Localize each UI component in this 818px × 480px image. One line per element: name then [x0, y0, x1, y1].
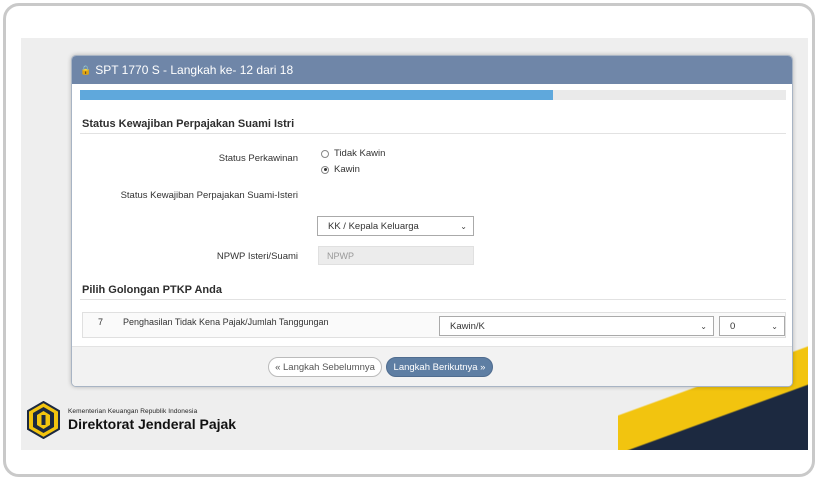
dependents-select[interactable]: 0 ⌄	[719, 316, 785, 336]
ptkp-status-value: Kawin/K	[450, 320, 485, 332]
djp-logo: Kementerian Keuangan Republik Indonesia …	[26, 401, 236, 439]
progress-bar	[80, 90, 786, 100]
radio-icon[interactable]	[321, 149, 329, 158]
radio-label: Tidak Kawin	[334, 148, 386, 159]
chevron-down-icon: ⌄	[771, 321, 778, 331]
obligation-status-label: Status Kewajiban Perpajakan Suami-Isteri	[120, 190, 298, 201]
npwp-input[interactable]: NPWP	[318, 246, 474, 265]
chevron-down-icon: ⌄	[700, 321, 707, 331]
logo-text: Kementerian Keuangan Republik Indonesia …	[68, 408, 236, 432]
ministry-name: Kementerian Keuangan Republik Indonesia	[68, 408, 198, 415]
outer-frame: 🔒 SPT 1770 S - Langkah ke- 12 dari 18 St…	[3, 3, 815, 477]
npwp-label: NPWP Isteri/Suami	[216, 251, 298, 262]
djp-emblem-icon	[27, 401, 60, 439]
obligation-status-value: KK / Kepala Keluarga	[328, 220, 419, 232]
agency-name: Direktorat Jenderal Pajak	[68, 416, 237, 432]
ptkp-status-select[interactable]: Kawin/K ⌄	[439, 316, 714, 336]
radio-label: Kawin	[334, 164, 360, 175]
section-divider	[80, 133, 786, 134]
previous-step-button[interactable]: « Langkah Sebelumnya	[268, 357, 382, 377]
section-title-status: Status Kewajiban Perpajakan Suami Istri	[82, 118, 295, 130]
next-step-button[interactable]: Langkah Berikutnya »	[386, 357, 493, 377]
marital-status-label: Status Perkawinan	[218, 153, 298, 164]
progress-fill	[80, 90, 554, 100]
section-title-ptkp: Pilih Golongan PTKP Anda	[82, 284, 222, 296]
screen-area: 🔒 SPT 1770 S - Langkah ke- 12 dari 18 St…	[21, 38, 808, 450]
modal-footer: « Langkah Sebelumnya Langkah Berikutnya …	[72, 346, 792, 386]
chevron-down-icon: ⌄	[460, 221, 467, 231]
radio-tidak-kawin[interactable]: Tidak Kawin	[321, 148, 385, 159]
radio-kawin[interactable]: Kawin	[321, 164, 360, 175]
lock-icon: 🔒	[80, 64, 92, 75]
obligation-status-select[interactable]: KK / Kepala Keluarga ⌄	[317, 216, 474, 236]
modal-title: SPT 1770 S - Langkah ke- 12 dari 18	[95, 63, 294, 77]
spt-wizard-modal: 🔒 SPT 1770 S - Langkah ke- 12 dari 18 St…	[71, 55, 793, 387]
radio-checked-icon[interactable]	[321, 165, 329, 174]
section-divider	[80, 299, 786, 300]
npwp-placeholder: NPWP	[327, 250, 354, 261]
dependents-value: 0	[730, 320, 736, 332]
ptkp-row-description: Penghasilan Tidak Kena Pajak/Jumlah Tang…	[123, 317, 329, 327]
modal-header: 🔒 SPT 1770 S - Langkah ke- 12 dari 18	[72, 56, 792, 84]
ptkp-row-number: 7	[98, 317, 104, 327]
